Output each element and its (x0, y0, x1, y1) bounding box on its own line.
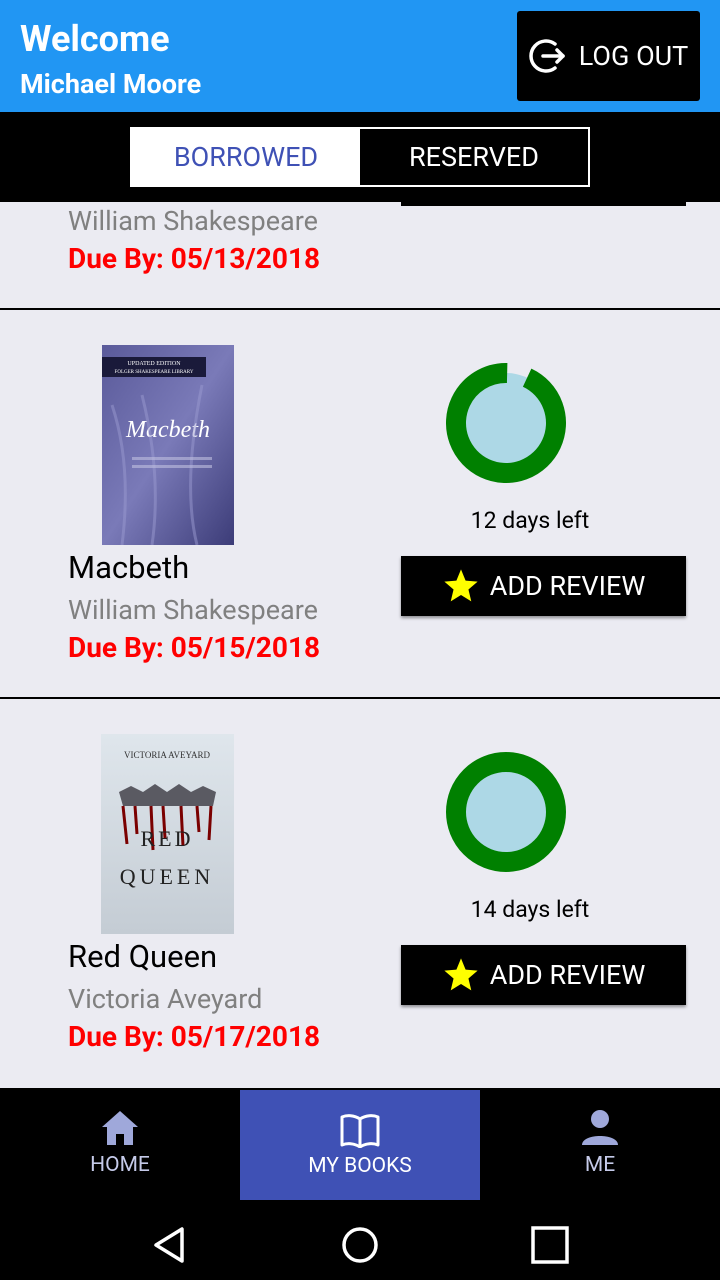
book-list[interactable]: William Shakespeare Due By: 05/13/2018 U… (0, 202, 720, 1088)
book-title: Red Queen (68, 938, 218, 975)
book-title: Macbeth (68, 549, 190, 586)
nav-me[interactable]: ME (480, 1088, 720, 1198)
bottom-nav: HOME MY BOOKS ME (0, 1088, 720, 1210)
add-review-button[interactable] (401, 202, 686, 206)
back-button[interactable] (145, 1220, 195, 1270)
cover-title-line1: RED (141, 826, 194, 851)
star-icon (444, 958, 478, 991)
logout-icon (529, 39, 565, 73)
book-icon (340, 1114, 380, 1148)
days-left: 14 days left (470, 896, 590, 923)
logout-label: LOG OUT (578, 40, 689, 72)
nav-home-label: HOME (90, 1153, 150, 1177)
book-card[interactable]: VICTORIA AVEYARD RED QUEEN 14 days left … (0, 700, 720, 1088)
book-author: William Shakespeare (68, 594, 318, 626)
due-progress-ring (446, 363, 566, 483)
circle-icon (342, 1227, 378, 1263)
nav-my-books-label: MY BOOKS (308, 1154, 412, 1178)
home-system-button[interactable] (335, 1220, 385, 1270)
square-icon (531, 1226, 569, 1264)
star-icon (444, 569, 478, 602)
book-author: Victoria Aveyard (68, 983, 263, 1015)
recents-button[interactable] (525, 1220, 575, 1270)
book-due-date: Due By: 05/15/2018 (68, 631, 321, 664)
book-due-date: Due By: 05/13/2018 (68, 242, 321, 275)
user-name: Michael Moore (20, 68, 202, 100)
tab-borrowed[interactable]: BORROWED (132, 129, 360, 185)
nav-home[interactable]: HOME (0, 1088, 240, 1198)
logout-button[interactable]: LOG OUT (517, 11, 700, 101)
person-icon (582, 1110, 618, 1145)
welcome-title: Welcome (20, 18, 170, 60)
cover-title-line2: QUEEN (120, 864, 215, 889)
app-root: Welcome Michael Moore LOG OUT BORROWED R… (0, 0, 720, 1280)
due-progress-ring (446, 752, 566, 872)
system-nav-bar (0, 1210, 720, 1280)
book-cover[interactable]: VICTORIA AVEYARD RED QUEEN (101, 734, 234, 934)
add-review-button[interactable]: ADD REVIEW (401, 556, 686, 616)
add-review-label: ADD REVIEW (489, 959, 646, 991)
app-header: Welcome Michael Moore LOG OUT (0, 0, 720, 112)
segmented-control: BORROWED RESERVED (130, 127, 590, 187)
book-due-date: Due By: 05/17/2018 (68, 1020, 321, 1053)
book-card[interactable]: UPDATED EDITION FOLGER SHAKESPEARE LIBRA… (0, 311, 720, 699)
cover-author: VICTORIA AVEYARD (124, 750, 210, 760)
add-review-label: ADD REVIEW (489, 570, 646, 602)
nav-my-books[interactable]: MY BOOKS (240, 1090, 480, 1200)
book-cover[interactable]: UPDATED EDITION FOLGER SHAKESPEARE LIBRA… (102, 345, 234, 545)
cover-publisher: FOLGER SHAKESPEARE LIBRARY (115, 370, 194, 375)
back-icon (154, 1227, 184, 1263)
book-card: William Shakespeare Due By: 05/13/2018 (0, 202, 720, 310)
nav-me-label: ME (584, 1153, 616, 1177)
tab-bar: BORROWED RESERVED (0, 112, 720, 202)
add-review-button[interactable]: ADD REVIEW (401, 945, 686, 1005)
tab-reserved[interactable]: RESERVED (360, 129, 588, 185)
book-author: William Shakespeare (68, 205, 318, 237)
cover-edition: UPDATED EDITION (127, 361, 181, 367)
days-left: 12 days left (470, 507, 590, 534)
home-icon (102, 1111, 138, 1145)
